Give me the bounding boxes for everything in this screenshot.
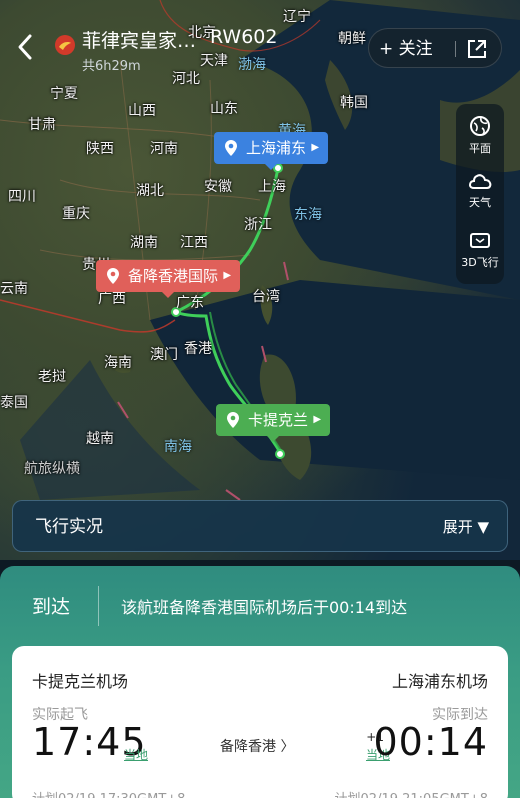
place-gansu: 甘肃	[28, 117, 56, 133]
arrival-time: 00:14	[373, 720, 488, 764]
play-arrow-icon: ▶	[311, 142, 320, 153]
place-shaanxi: 陕西	[86, 141, 114, 157]
place-shandong: 山东	[210, 101, 238, 117]
location-pin-icon	[107, 268, 119, 284]
app-watermark: 航旅纵横	[24, 461, 80, 477]
origin-marker[interactable]: 卡提克兰 ▶	[216, 404, 331, 442]
place-yunnan: 云南	[0, 281, 28, 297]
airline-logo-icon	[55, 35, 75, 55]
flight-status-label: 到达	[32, 596, 71, 618]
place-anhui: 安徽	[204, 179, 232, 195]
origin-marker-label: 卡提克兰	[248, 411, 309, 429]
place-chongqing: 重庆	[62, 206, 90, 222]
place-laowo: 老挝	[38, 369, 66, 385]
place-guangdong: 广东	[176, 295, 204, 311]
sea-donghai: 东海	[294, 207, 322, 223]
chevron-left-icon	[18, 34, 32, 60]
diverted-marker[interactable]: 备降香港国际 ▶	[96, 260, 241, 298]
back-button[interactable]	[14, 28, 44, 64]
place-jiangxi: 江西	[180, 235, 208, 251]
destination-airport: 上海浦东机场	[391, 672, 488, 691]
place-taiwan: 台湾	[252, 289, 280, 305]
place-henan: 河南	[150, 141, 178, 157]
play-arrow-icon: ▶	[223, 270, 232, 281]
flat-view-label: 平面	[469, 142, 491, 155]
place-shanghai: 上海	[258, 179, 286, 195]
planned-departure: 计划02/19 17:30GMT+8	[32, 788, 185, 798]
panel-divider	[98, 586, 99, 626]
sea-nanhai: 南海	[164, 439, 192, 455]
play-arrow-icon: ▶	[313, 414, 322, 425]
flight-live-bar[interactable]: 飞行实况 展开 ▼	[12, 500, 508, 552]
weather-label: 天气	[469, 196, 491, 209]
flight-times-card[interactable]: 卡提克兰机场 上海浦东机场 实际起飞 实际到达 17:45 当地 备降香港 〉 …	[12, 646, 508, 798]
action-pill: + 关注	[368, 28, 502, 68]
place-shanxi: 山西	[128, 103, 156, 119]
place-ningxia: 宁夏	[50, 86, 78, 102]
flight-live-title: 飞行实况	[35, 517, 103, 537]
globe-icon	[470, 116, 490, 136]
divert-hongkong-link[interactable]: 备降香港 〉	[220, 736, 294, 756]
place-taiguo: 泰国	[0, 395, 28, 411]
place-hunan: 湖南	[130, 235, 158, 251]
flat-view-button[interactable]: 平面	[456, 114, 504, 156]
cloud-icon	[468, 174, 492, 189]
place-sichuan: 四川	[8, 189, 36, 205]
place-hainan: 海南	[104, 355, 132, 371]
flight-info-panel: 到达 该航班备降香港国际机场后于00:14到达 卡提克兰机场 上海浦东机场 实际…	[0, 566, 520, 798]
status-message: 该航班备降香港国际机场后于00:14到达	[121, 598, 408, 617]
planned-arrival: 计划02/19 21:05GMT+8	[335, 788, 488, 798]
place-hanguo: 韩国	[340, 95, 368, 111]
map-tools: 平面 天气 3D飞行	[456, 104, 504, 284]
place-hubei: 湖北	[136, 183, 164, 199]
share-button[interactable]	[465, 38, 489, 60]
destination-marker[interactable]: 上海浦东 ▶	[214, 132, 329, 170]
top-bar: 菲律宾皇家… RW602 共6h29m + 关注	[0, 22, 520, 82]
share-icon	[468, 40, 486, 58]
airline-title: 菲律宾皇家…	[82, 30, 197, 52]
expand-button[interactable]: 展开 ▼	[443, 501, 489, 553]
place-yuenan: 越南	[86, 431, 114, 447]
flight-duration: 共6h29m	[82, 59, 141, 74]
diverted-marker-label: 备降香港国际	[128, 267, 219, 285]
destination-marker-label: 上海浦东	[246, 139, 307, 157]
origin-airport: 卡提克兰机场	[32, 672, 129, 691]
flight-number: RW602	[210, 26, 278, 48]
place-aomen: 澳门	[150, 347, 178, 363]
place-zhejiang: 浙江	[244, 217, 272, 233]
origin-dot	[275, 449, 285, 459]
follow-button[interactable]: + 关注	[379, 29, 433, 69]
flight-map[interactable]: 辽宁 北京 天津 河北 朝鲜 宁夏 山西 山东 韩国 甘肃 陕西 河南 四川 湖…	[0, 0, 520, 560]
3d-flight-button[interactable]: 3D飞行	[456, 230, 504, 270]
pill-divider	[455, 41, 456, 57]
place-xianggang: 香港	[184, 341, 212, 357]
departure-local-tag: 当地	[124, 748, 149, 762]
3d-view-icon	[470, 233, 490, 248]
location-pin-icon	[227, 412, 239, 428]
location-pin-icon	[225, 140, 237, 156]
weather-button[interactable]: 天气	[456, 170, 504, 210]
3d-flight-label: 3D飞行	[461, 256, 499, 269]
